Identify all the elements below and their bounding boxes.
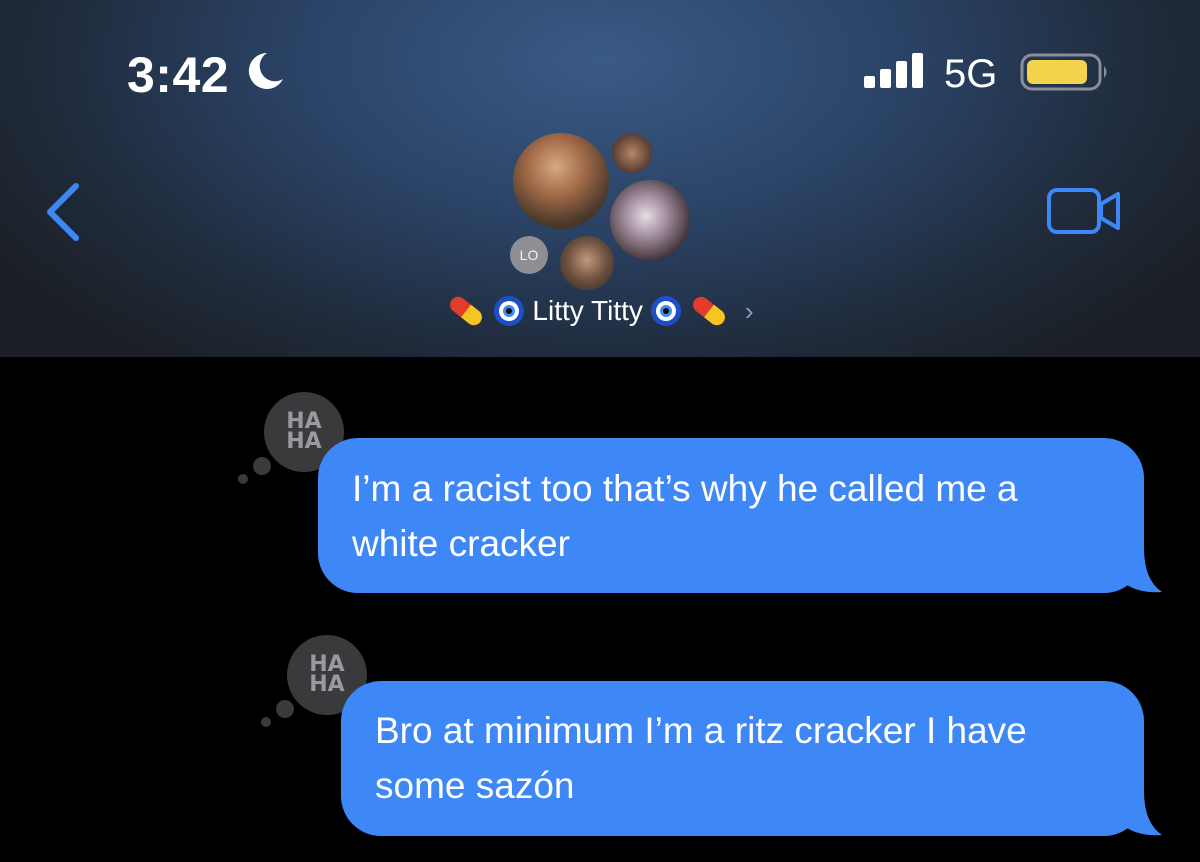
network-type: 5G: [944, 52, 998, 96]
evil-eye-icon: [650, 296, 681, 326]
group-avatar-2[interactable]: [612, 133, 652, 173]
conversation-header: 3:42 5G LO Litty Titty ›: [0, 0, 1200, 357]
svg-text:HA: HA: [286, 429, 321, 454]
avatar-initials[interactable]: LO: [510, 236, 548, 274]
group-avatar-4[interactable]: [560, 236, 614, 290]
back-chevron-icon[interactable]: [42, 180, 82, 244]
evil-eye-icon: [494, 296, 525, 326]
group-name: Litty Titty: [532, 295, 643, 326]
pill-icon: [450, 296, 483, 326]
signal-icon: [864, 53, 923, 88]
message-bubble[interactable]: I’m a racist too that’s why he called me…: [318, 438, 1144, 593]
pill-icon: [693, 296, 725, 326]
bubble-tail: [1120, 548, 1162, 593]
message-bubble[interactable]: Bro at minimum I’m a ritz cracker I have…: [341, 681, 1144, 836]
chevron-right-icon: ›: [744, 295, 754, 326]
video-call-icon[interactable]: [1046, 186, 1122, 236]
group-avatar-1[interactable]: [513, 133, 609, 229]
bubble-tail: [1120, 791, 1162, 836]
svg-text:HA: HA: [309, 672, 344, 697]
moon-icon: [248, 52, 283, 89]
status-time: 3:42: [127, 47, 230, 103]
battery-icon: [1020, 53, 1107, 91]
group-avatar-3[interactable]: [610, 180, 690, 260]
group-name-button[interactable]: Litty Titty ›: [0, 293, 1200, 329]
